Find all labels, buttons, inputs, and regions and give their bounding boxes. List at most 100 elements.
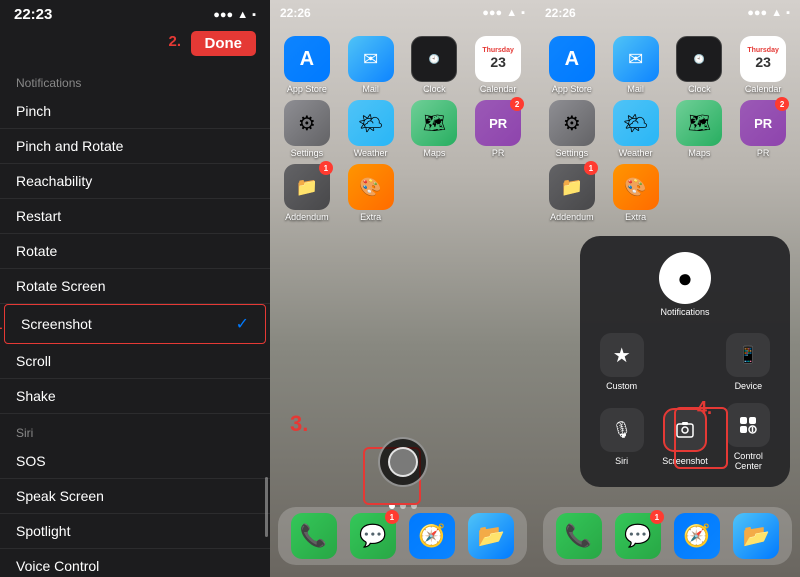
at-menu-control-center[interactable]: Control Center: [723, 403, 774, 471]
right-dock-messages[interactable]: 💬 1: [615, 513, 661, 559]
maps-icon: 🗺: [411, 100, 457, 146]
right-dock-phone[interactable]: 📞: [556, 513, 602, 559]
menu-item-scroll[interactable]: Scroll: [0, 344, 270, 379]
right-addendum-icon: 📁 1: [549, 164, 595, 210]
app-icon-calendar[interactable]: Thursday 23 Calendar: [469, 36, 527, 94]
right-app-appstore[interactable]: A App Store: [543, 36, 601, 94]
app-icon-pr[interactable]: PR 2 PR: [469, 100, 527, 158]
addendum-icon: 📁 1: [284, 164, 330, 210]
menu-item-spotlight[interactable]: Spotlight: [0, 514, 270, 549]
right-phone: 22:26 ●●● ▲ ▪ A App Store ✉ Mail: [535, 0, 800, 577]
right-app-extra[interactable]: 🎨 Extra: [607, 164, 665, 222]
custom-label: Custom: [606, 381, 637, 391]
addendum-label: Addendum: [285, 212, 329, 222]
left-time: 22:23: [14, 6, 52, 23]
custom-icon: ★: [600, 333, 644, 377]
control-center-label: Control Center: [723, 451, 774, 471]
menu-item-voice-control[interactable]: Voice Control: [0, 549, 270, 577]
notifications-top-label: Notifications: [660, 307, 709, 317]
at-menu-siri[interactable]: 🎙 Siri: [596, 408, 647, 466]
app-icon-weather[interactable]: 🌤 Weather: [342, 100, 400, 158]
app-icon-appstore[interactable]: A App Store: [278, 36, 336, 94]
right-app-settings[interactable]: ⚙ Settings: [543, 100, 601, 158]
wifi-icon: ▲: [237, 9, 248, 21]
checkmark-icon: ✓: [236, 314, 249, 334]
at-menu-custom[interactable]: ★ Custom: [596, 333, 647, 391]
menu-item-screenshot[interactable]: Screenshot ✓: [4, 304, 266, 344]
wifi-icon-right: ▲: [771, 7, 782, 19]
pr-icon: PR 2: [475, 100, 521, 146]
extra-icon: 🎨: [348, 164, 394, 210]
right-mail-icon: ✉: [613, 36, 659, 82]
assistive-touch-button[interactable]: [378, 437, 428, 487]
scrollbar[interactable]: [265, 477, 268, 537]
control-center-icon: [726, 403, 770, 447]
at-menu-notifications-top: ● Notifications: [596, 252, 774, 317]
notifications-top-icon: ●: [659, 252, 711, 304]
right-addendum-badge: 1: [584, 161, 598, 175]
menu-list: Notifications Pinch Pinch and Rotate Rea…: [0, 64, 270, 577]
messages-badge: 1: [385, 510, 399, 524]
right-calendar-icon: Thursday 23: [740, 36, 786, 82]
battery-icon-mid: ▪: [521, 7, 525, 19]
dock-phone[interactable]: 📞: [291, 513, 337, 559]
right-time: 22:26: [545, 6, 576, 20]
at-menu-device[interactable]: 📱 Device: [723, 333, 774, 391]
signal-icon: ●●●: [213, 9, 233, 21]
app-icon-extra[interactable]: 🎨 Extra: [342, 164, 400, 222]
app-icon-clock[interactable]: 🕙 Clock: [406, 36, 464, 94]
assistive-touch-area: [378, 437, 428, 487]
calendar-label: Calendar: [480, 84, 517, 94]
middle-phone-screen: 22:26 ●●● ▲ ▪ A App Store ✉ Mail: [270, 0, 535, 577]
right-app-pr[interactable]: PR 2 PR: [734, 100, 792, 158]
menu-item-restart[interactable]: Restart: [0, 199, 270, 234]
right-dock-safari[interactable]: 🧭: [674, 513, 720, 559]
at-inner-circle: [388, 447, 418, 477]
clock-icon: 🕙: [411, 36, 457, 82]
mail-label: Mail: [362, 84, 379, 94]
app-icon-settings[interactable]: ⚙ Settings: [278, 100, 336, 158]
middle-status-icons: ●●● ▲ ▪: [482, 6, 525, 20]
left-settings-panel: 22:23 ●●● ▲ ▪ Done Notifications Pinch P…: [0, 0, 270, 577]
dock-safari[interactable]: 🧭: [409, 513, 455, 559]
middle-dock: 📞 💬 1 🧭 📂: [278, 507, 527, 565]
right-extra-icon: 🎨: [613, 164, 659, 210]
device-icon: 📱: [726, 333, 770, 377]
right-home-grid: A App Store ✉ Mail 🕙 Clock Thursday: [535, 28, 800, 230]
appstore-icon: A: [284, 36, 330, 82]
left-status-icons: ●●● ▲ ▪: [213, 9, 256, 21]
app-icon-maps[interactable]: 🗺 Maps: [406, 100, 464, 158]
mail-icon: ✉: [348, 36, 394, 82]
addendum-badge: 1: [319, 161, 333, 175]
home-screen-grid: A App Store ✉ Mail 🕙 Clock Thursday: [270, 28, 535, 230]
right-status-bar: 22:26 ●●● ▲ ▪: [535, 0, 800, 22]
done-button[interactable]: Done: [191, 31, 257, 56]
right-messages-badge: 1: [650, 510, 664, 524]
menu-item-pinch-rotate[interactable]: Pinch and Rotate: [0, 129, 270, 164]
right-app-maps[interactable]: 🗺 Maps: [671, 100, 729, 158]
calendar-icon: Thursday 23: [475, 36, 521, 82]
right-app-mail[interactable]: ✉ Mail: [607, 36, 665, 94]
pr-label: PR: [492, 148, 505, 158]
menu-item-rotate-screen[interactable]: Rotate Screen: [0, 269, 270, 304]
app-icon-addendum[interactable]: 📁 1 Addendum: [278, 164, 336, 222]
maps-label: Maps: [423, 148, 445, 158]
right-dock-files[interactable]: 📂: [733, 513, 779, 559]
dock-messages[interactable]: 💬 1: [350, 513, 396, 559]
right-app-clock[interactable]: 🕙 Clock: [671, 36, 729, 94]
extra-label: Extra: [360, 212, 381, 222]
menu-item-rotate[interactable]: Rotate: [0, 234, 270, 269]
dock-files[interactable]: 📂: [468, 513, 514, 559]
menu-item-reachability[interactable]: Reachability: [0, 164, 270, 199]
right-status-icons: ●●● ▲ ▪: [747, 6, 790, 20]
menu-item-shake[interactable]: Shake: [0, 379, 270, 414]
right-app-weather[interactable]: 🌤 Weather: [607, 100, 665, 158]
menu-item-pinch[interactable]: Pinch: [0, 94, 270, 129]
right-app-addendum[interactable]: 📁 1 Addendum: [543, 164, 601, 222]
siri-icon: 🎙: [600, 408, 644, 452]
weather-icon: 🌤: [348, 100, 394, 146]
menu-item-sos[interactable]: SOS: [0, 444, 270, 479]
right-app-calendar[interactable]: Thursday 23 Calendar: [734, 36, 792, 94]
menu-item-speak-screen[interactable]: Speak Screen: [0, 479, 270, 514]
app-icon-mail[interactable]: ✉ Mail: [342, 36, 400, 94]
